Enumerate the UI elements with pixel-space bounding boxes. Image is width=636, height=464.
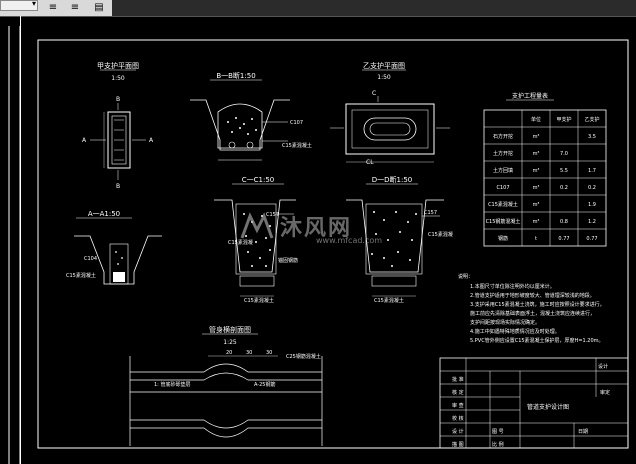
plan-a-mark-a-left: A xyxy=(82,137,87,144)
longitudinal-view: 管身横剖面图 1:25 20 30 30 C25钢筋混凝土 1: 管底砂砾垫层 … xyxy=(129,325,323,446)
qty-cell: m³ xyxy=(533,202,540,208)
qty-cell: 土方开挖 xyxy=(493,150,513,157)
tb-cell: 图 号 xyxy=(492,429,504,435)
qty-cell: m³ xyxy=(533,151,540,157)
longitudinal-label-top: C25钢筋混凝土 xyxy=(286,353,321,360)
section-d-title: D一D断1:50 xyxy=(372,175,413,184)
tb-cell: 批 准 xyxy=(452,376,464,383)
longitudinal-dim-b: 30 xyxy=(246,350,252,356)
longitudinal-label-right: A-25钢筋 xyxy=(254,381,275,388)
tb-cell: 比 例 xyxy=(492,441,504,448)
qty-table: 支护工程量表 单位 甲支护 乙支护 石方开挖 m³ 3.5 土方开挖 m³ 7.… xyxy=(483,92,607,247)
qty-cell: 1.9 xyxy=(588,202,596,208)
section-c-label-c15: C15素混凝土 xyxy=(244,297,274,304)
qty-table-title: 支护工程量表 xyxy=(512,92,548,100)
section-c-label-c15-top: C15素混凝 xyxy=(228,239,253,246)
qty-cell: 7.0 xyxy=(560,151,568,157)
longitudinal-dim-c: 30 xyxy=(266,350,272,356)
tb-cell: 描 图 xyxy=(452,441,464,448)
qty-cell: 1.7 xyxy=(588,168,596,174)
tb-cell: 校 核 xyxy=(452,415,464,422)
qty-header-3: 乙支护 xyxy=(584,116,599,123)
qty-cell: m³ xyxy=(533,219,540,225)
section-b-label-c107: C107 xyxy=(290,120,303,126)
section-b-title: B一B断1:50 xyxy=(216,71,255,80)
qty-cell: m³ xyxy=(533,134,540,140)
qty-cell: C15素混凝土 xyxy=(488,201,518,208)
notes: 说明： 1.本图尺寸单位除注明外均以厘米计。 2.管道支护适用于地形坡度较大、管… xyxy=(458,273,605,344)
qty-cell: 0.2 xyxy=(560,185,568,191)
section-c-title: C一C1:50 xyxy=(242,176,275,184)
section-a-view: A一A1:50 C104 C15素混凝土 xyxy=(66,210,162,285)
plan-a-title: 甲支护平面图 xyxy=(97,61,139,70)
qty-cell: m³ xyxy=(533,168,540,174)
qty-cell: C15钢筋混凝土 xyxy=(486,218,521,225)
note-line: 施工前应先清除基础表面浮土，混凝土浇筑应连续进行， xyxy=(470,310,595,317)
section-a-label-c104: C104 xyxy=(84,256,97,262)
tb-cell: 日期 xyxy=(578,429,588,435)
plan-a-scale: 1:50 xyxy=(111,75,125,82)
title-block: 批 准 设计 审定 核 定 审 查 校 核 设 计 图 号 日期 描 图 比 例… xyxy=(439,357,629,449)
section-d-label-c15: C15素混凝土 xyxy=(374,297,404,304)
note-line: 4.施工中如遇特殊地质情况应及时处理。 xyxy=(470,328,560,335)
longitudinal-dim-a: 20 xyxy=(226,350,232,356)
cad-drawing-canvas[interactable]: 甲支护平面图 1:50 B A A B B一B断1:50 C107 C15素混凝… xyxy=(0,0,636,464)
section-d-label-c157: C157 xyxy=(424,210,437,216)
note-line: 3.支护采用C15素混凝土浇筑，施工时应按照设计要求进行， xyxy=(470,301,605,308)
qty-cell: 0.77 xyxy=(558,236,569,242)
section-d-view: D一D断1:50 C157 C15素混凝 C15素混凝土 xyxy=(346,175,453,304)
tb-drawing-name: 管道支护设计图 xyxy=(527,403,569,411)
plan-b-mark-c-top: C xyxy=(372,90,376,97)
tb-cell: 审 查 xyxy=(452,402,464,409)
section-c-label-note: 锚固钢筋 xyxy=(278,257,298,264)
plan-b-mark-c-bottom: CL xyxy=(366,159,374,166)
section-b-view: B一B断1:50 C107 C15素混凝土 xyxy=(190,71,312,161)
qty-header-1: 单位 xyxy=(531,116,541,123)
longitudinal-scale: 1:25 xyxy=(223,339,237,346)
longitudinal-title: 管身横剖面图 xyxy=(209,325,251,334)
qty-cell: 土方回填 xyxy=(493,167,513,174)
qty-cell: 石方开挖 xyxy=(493,133,513,140)
tb-cell: 核 定 xyxy=(452,389,464,396)
longitudinal-label-left: 1: 管底砂砾垫层 xyxy=(154,381,190,388)
note-line: 2.管道支护适用于地形坡度较大、管道埋深较浅的地段。 xyxy=(470,292,595,299)
qty-cell: 0.8 xyxy=(560,219,568,225)
qty-cell: C107 xyxy=(496,185,509,191)
plan-b-scale: 1:50 xyxy=(377,74,391,81)
section-b-label-c15: C15素混凝土 xyxy=(282,142,312,149)
qty-cell: 3.5 xyxy=(588,134,596,140)
qty-cell: m³ xyxy=(533,185,540,191)
qty-cell: t xyxy=(535,236,537,242)
note-line: 1.本图尺寸单位除注明外均以厘米计。 xyxy=(470,283,555,290)
note-line: 5.PVC管外侧应设置C15素混凝土保护层，厚度H=1.20m。 xyxy=(470,337,604,344)
qty-cell: 1.2 xyxy=(588,219,596,225)
section-c-view: C一C1:50 C157 C15素混凝 锚固钢筋 C15素混凝土 xyxy=(214,176,298,304)
qty-cell: 0.2 xyxy=(588,185,596,191)
plan-b-view: 乙支护平面图 1:50 C CL xyxy=(330,61,450,166)
tb-cell: 设 计 xyxy=(452,428,464,435)
plan-a-mark-b-top: B xyxy=(116,96,120,103)
qty-cell: 钢筋 xyxy=(498,235,508,242)
section-a-title: A一A1:50 xyxy=(88,210,120,218)
qty-cell: 0.77 xyxy=(586,236,597,242)
plan-a-mark-a-right: A xyxy=(149,137,154,144)
tb-cell: 审定 xyxy=(600,389,610,396)
notes-heading: 说明： xyxy=(458,273,473,280)
plan-a-view: 甲支护平面图 1:50 B A A B xyxy=(82,61,154,190)
plan-a-mark-b-bottom: B xyxy=(116,183,120,190)
section-d-label-c15-right: C15素混凝 xyxy=(428,231,453,238)
qty-header-2: 甲支护 xyxy=(556,116,571,123)
tb-cell: 设计 xyxy=(598,363,608,370)
section-a-label-c15: C15素混凝土 xyxy=(66,272,96,279)
section-c-label-c157: C157 xyxy=(266,212,279,218)
plan-b-title: 乙支护平面图 xyxy=(363,61,405,70)
note-line: 支护间距按现场实际情况确定。 xyxy=(470,319,540,326)
qty-cell: 5.5 xyxy=(560,168,568,174)
